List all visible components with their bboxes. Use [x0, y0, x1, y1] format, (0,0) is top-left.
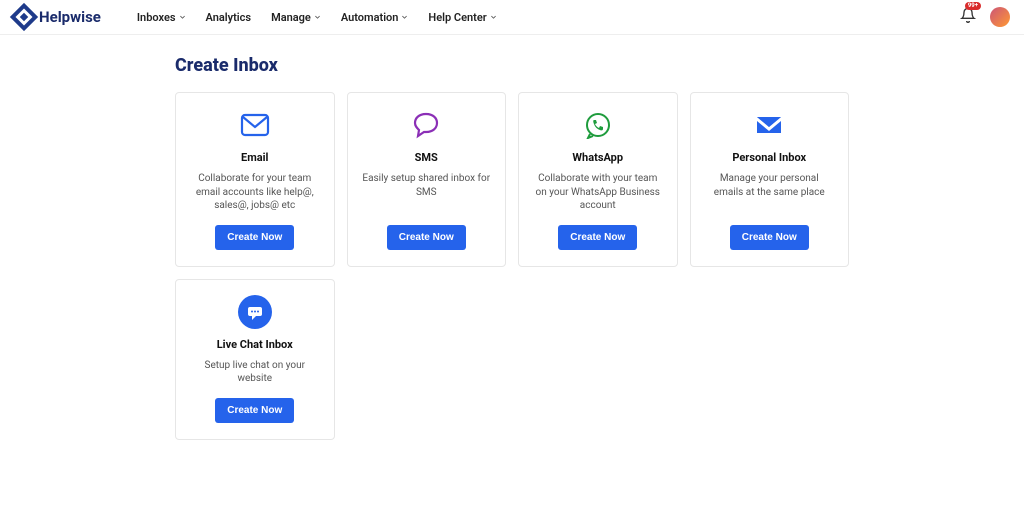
page-title: Create Inbox	[175, 55, 849, 76]
card-sms: SMS Easily setup shared inbox for SMS Cr…	[347, 92, 507, 267]
create-personal-button[interactable]: Create Now	[730, 225, 809, 250]
envelope-icon	[240, 109, 270, 141]
nav-help-center[interactable]: Help Center	[428, 11, 496, 24]
main-content: Create Inbox Email Collaborate for your …	[0, 35, 1024, 480]
notifications-badge: 99+	[965, 2, 981, 10]
card-description: Collaborate for your team email accounts…	[186, 172, 324, 213]
card-description: Collaborate with your team on your Whats…	[529, 172, 667, 213]
nav-label: Analytics	[206, 11, 252, 24]
logo-icon	[10, 3, 38, 31]
nav-label: Manage	[271, 11, 311, 24]
main-nav: Inboxes Analytics Manage Automation Help…	[137, 11, 497, 24]
chevron-down-icon	[490, 14, 497, 21]
chat-circle-icon	[238, 296, 272, 328]
card-personal-inbox: Personal Inbox Manage your personal emai…	[690, 92, 850, 267]
chat-bubble-icon	[412, 109, 440, 141]
nav-label: Help Center	[428, 11, 486, 24]
logo[interactable]: Helpwise	[14, 7, 101, 27]
header-right: 99+	[960, 7, 1010, 27]
notifications-button[interactable]: 99+	[960, 7, 976, 27]
chevron-down-icon	[179, 14, 186, 21]
card-title: Personal Inbox	[732, 151, 806, 164]
avatar[interactable]	[990, 7, 1010, 27]
card-title: WhatsApp	[572, 151, 623, 164]
nav-analytics[interactable]: Analytics	[206, 11, 252, 24]
chevron-down-icon	[401, 14, 408, 21]
nav-label: Inboxes	[137, 11, 176, 24]
card-description: Setup live chat on your website	[186, 359, 324, 386]
create-whatsapp-button[interactable]: Create Now	[558, 225, 637, 250]
create-livechat-button[interactable]: Create Now	[215, 398, 294, 423]
card-live-chat: Live Chat Inbox Setup live chat on your …	[175, 279, 335, 440]
create-sms-button[interactable]: Create Now	[387, 225, 466, 250]
create-email-button[interactable]: Create Now	[215, 225, 294, 250]
logo-text: Helpwise	[39, 8, 101, 26]
card-description: Easily setup shared inbox for SMS	[358, 172, 496, 199]
whatsapp-icon	[584, 109, 612, 141]
card-email: Email Collaborate for your team email ac…	[175, 92, 335, 267]
nav-label: Automation	[341, 11, 399, 24]
card-title: Email	[241, 151, 268, 164]
top-header: Helpwise Inboxes Analytics Manage Automa…	[0, 0, 1024, 35]
card-title: SMS	[415, 151, 438, 164]
card-description: Manage your personal emails at the same …	[701, 172, 839, 199]
nav-manage[interactable]: Manage	[271, 11, 321, 24]
card-title: Live Chat Inbox	[217, 338, 293, 351]
nav-automation[interactable]: Automation	[341, 11, 409, 24]
chevron-down-icon	[314, 14, 321, 21]
inbox-tray-icon	[754, 109, 784, 141]
inbox-cards-grid: Email Collaborate for your team email ac…	[175, 92, 849, 440]
card-whatsapp: WhatsApp Collaborate with your team on y…	[518, 92, 678, 267]
nav-inboxes[interactable]: Inboxes	[137, 11, 186, 24]
